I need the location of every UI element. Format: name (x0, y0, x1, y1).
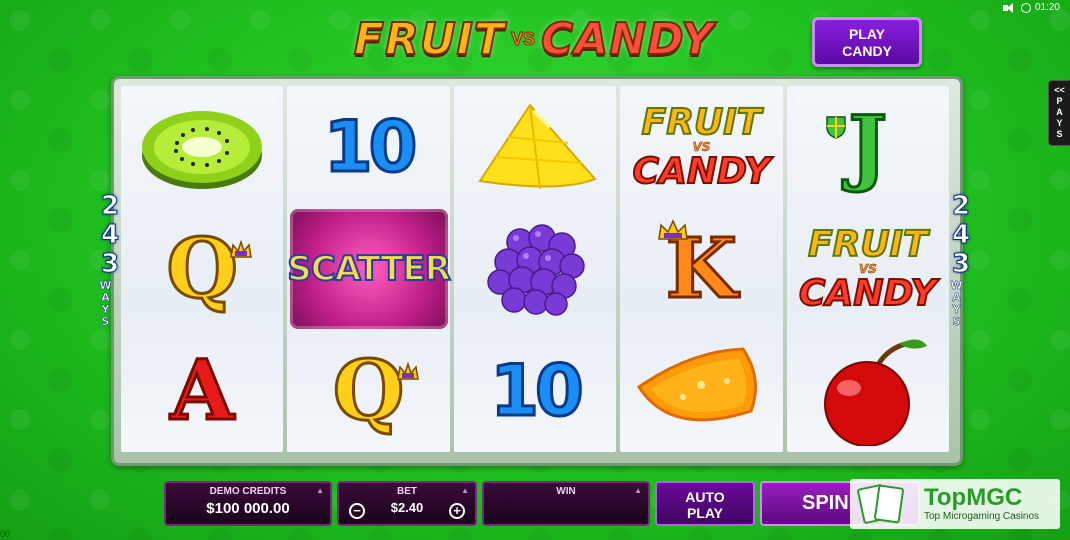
autoplay-line1: AUTO (685, 489, 725, 505)
bet-increase-button[interactable]: + (449, 503, 465, 519)
ten-text: 10 (489, 349, 585, 434)
wild-logo: FRUIT VS CANDY (628, 91, 774, 203)
reel-1: Q A (121, 86, 284, 452)
autoplay-line2: PLAY (686, 505, 724, 521)
game-logo: FRUIT VS CANDY (328, 10, 740, 68)
ways-label: WAYS (950, 279, 964, 328)
credits-label: DEMO CREDITS (209, 486, 287, 497)
jack-letter: J (847, 98, 889, 197)
status-bar: 01:20 (1002, 2, 1060, 13)
crown-icon (658, 219, 689, 240)
chevron-up-icon: ▲ (316, 486, 324, 495)
pays-tab[interactable]: << P A Y S (1048, 80, 1070, 146)
queen-symbol: Q (294, 335, 444, 447)
bet-label: BET (397, 486, 417, 497)
wild-logo-candy: CANDY (798, 272, 938, 314)
reel-3: 10 (453, 86, 617, 452)
scatter-symbol: SCATTER (286, 209, 452, 329)
logo-vs: VS (510, 28, 535, 49)
clock-icon (1020, 2, 1031, 13)
speaker-icon[interactable] (1002, 2, 1017, 13)
play-candy-button[interactable]: PLAY CANDY (812, 17, 922, 67)
reel-grid: Q A 10 SCATTER Q 10 FRUIT VS CANDY K J F… (121, 86, 950, 452)
pays-letter: S (1056, 129, 1063, 139)
ways-digit: 3 (100, 249, 120, 279)
credits-panel[interactable]: ▲ DEMO CREDITS $100 000.00 (164, 481, 332, 526)
scatter-text: SCATTER (286, 209, 452, 329)
wild-logo-symbol: FRUIT VS CANDY (793, 213, 943, 325)
ways-digit: 2 (951, 191, 971, 221)
chevron-up-icon[interactable]: ▲ (461, 486, 469, 495)
chevron-up-icon[interactable]: ▲ (634, 486, 642, 495)
ten-symbol: 10 (460, 335, 610, 447)
edge-text: 00 (0, 529, 11, 539)
bet-panel: ▲ BET $2.40 − + (337, 481, 477, 526)
reel-5: J FRUIT VS CANDY (786, 86, 950, 452)
kiwi-icon (142, 111, 263, 189)
cards-icon (856, 483, 920, 525)
ways-digit: 3 (951, 249, 971, 279)
jack-symbol: J (793, 91, 943, 203)
ways-indicator-right: 2 4 3 WAYS (950, 191, 972, 328)
play-candy-line1: PLAY (848, 26, 886, 42)
cherry-symbol (793, 335, 943, 447)
wild-logo-fruit: FRUIT (807, 223, 928, 265)
king-symbol: K (626, 213, 776, 325)
play-candy-line2: CANDY (842, 43, 892, 59)
ace-letter: A (169, 342, 236, 441)
pineapple-icon (478, 103, 597, 190)
queen-symbol: Q (127, 213, 277, 325)
wild-logo: FRUIT VS CANDY (795, 213, 941, 325)
control-bar: ▲ DEMO CREDITS $100 000.00 ▲ BET $2.40 −… (164, 481, 920, 526)
cherry-icon (823, 339, 927, 446)
watermark-subtitle: Top Microgaming Casinos (924, 511, 1040, 522)
crown-icon (396, 361, 419, 380)
credits-value: $100 000.00 (206, 500, 290, 517)
topmgc-watermark: TopMGC Top Microgaming Casinos (850, 479, 1060, 529)
ten-text: 10 (322, 105, 418, 190)
pays-letter: P (1056, 96, 1063, 106)
wild-logo-fruit: FRUIT (641, 101, 762, 143)
kiwi-symbol (127, 91, 277, 203)
pays-letter: A (1056, 107, 1063, 117)
ways-digit: 4 (951, 220, 971, 250)
clock-time: 01:20 (1034, 2, 1060, 13)
orange-slice-icon (637, 347, 758, 422)
reel-4: FRUIT VS CANDY K (620, 86, 783, 452)
pays-letter: Y (1056, 118, 1063, 128)
pays-arrows: << (1054, 85, 1065, 95)
ten-symbol: 10 (294, 91, 444, 203)
ways-digit: 2 (100, 191, 120, 221)
autoplay-button[interactable]: AUTO PLAY (655, 481, 755, 526)
shield-icon (826, 116, 846, 139)
pineapple-symbol (460, 91, 610, 203)
ways-indicator-left: 2 4 3 WAYS (99, 191, 121, 328)
watermark-title: TopMGC (924, 484, 1023, 511)
bet-decrease-button[interactable]: − (349, 503, 365, 519)
grapes-icon (487, 224, 585, 316)
wild-logo-symbol: FRUIT VS CANDY (626, 91, 776, 203)
orange-symbol (626, 335, 776, 447)
win-panel: ▲ WIN (482, 481, 650, 526)
ace-symbol: A (127, 335, 277, 447)
queen-letter: Q (331, 342, 405, 441)
queen-letter: Q (165, 220, 239, 319)
reel-2: 10 SCATTER Q (286, 86, 452, 452)
crown-icon (230, 239, 253, 258)
logo-candy: CANDY (540, 13, 715, 66)
ways-digit: 4 (100, 220, 120, 250)
wild-logo-candy: CANDY (632, 150, 772, 192)
ways-label: WAYS (99, 279, 113, 328)
grapes-symbol (460, 213, 610, 325)
logo-fruit: FRUIT (353, 13, 505, 66)
win-label: WIN (556, 486, 576, 497)
